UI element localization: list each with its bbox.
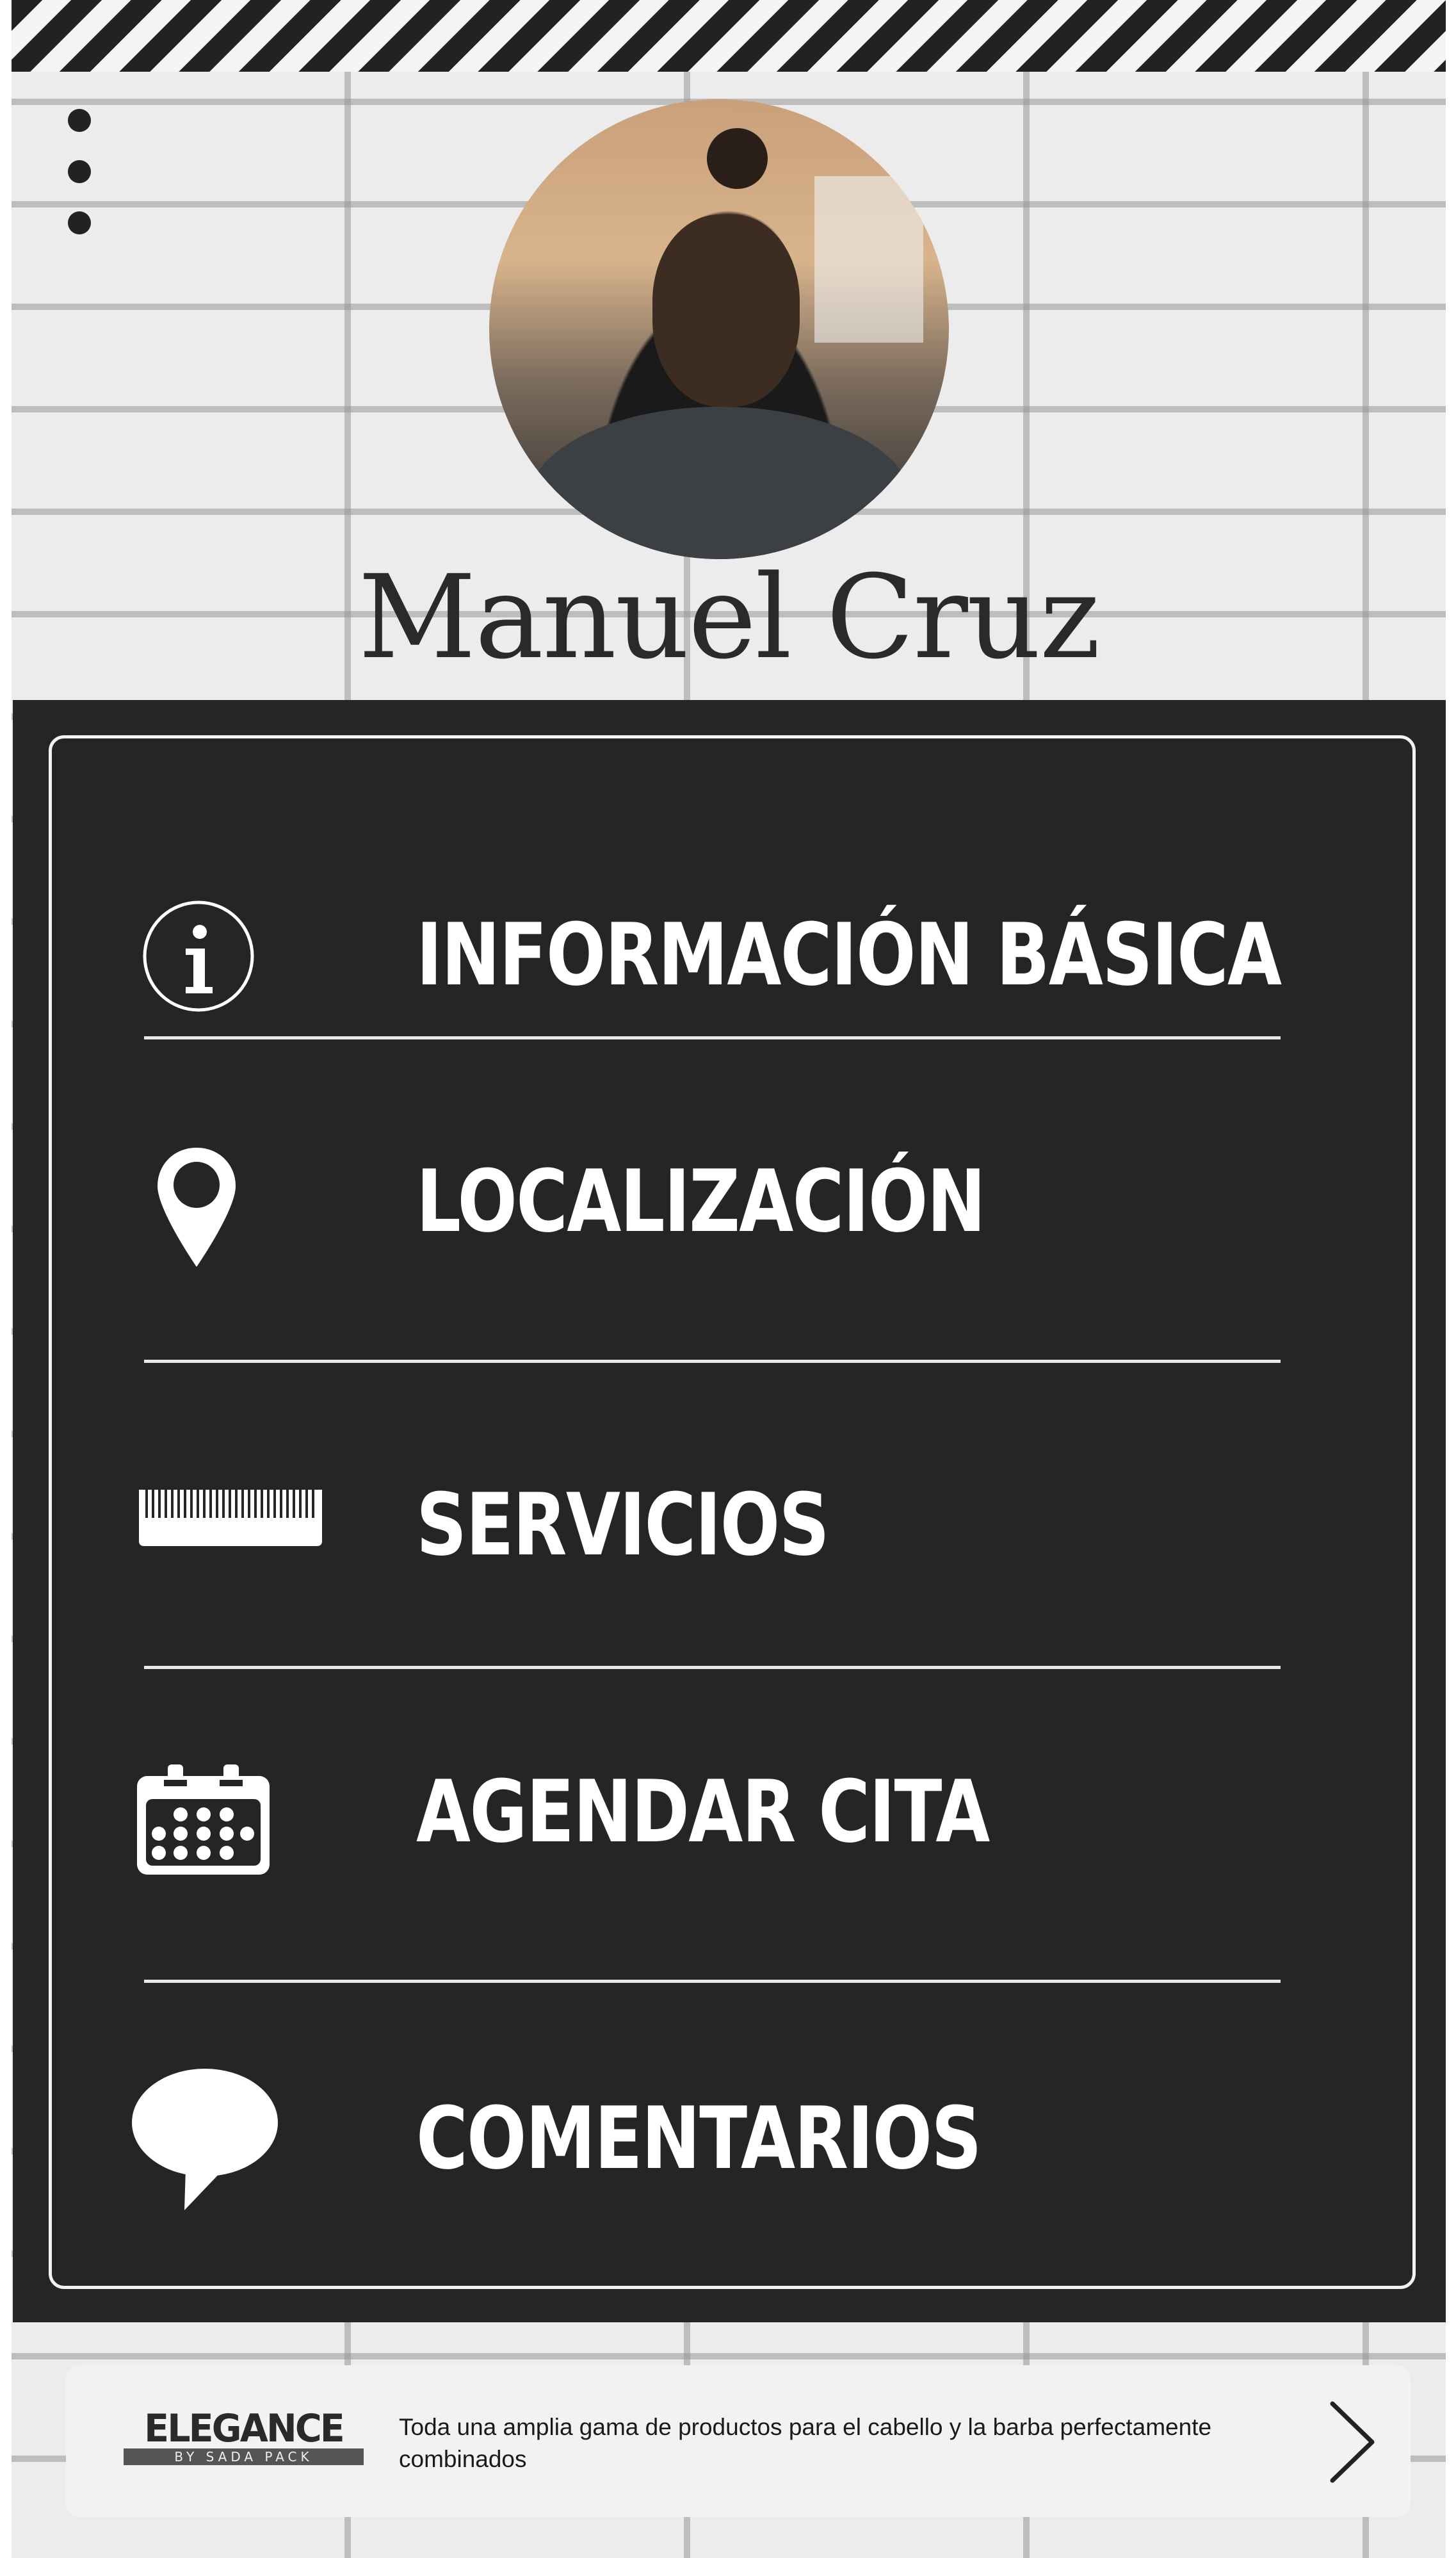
location-pin-icon xyxy=(158,1148,236,1267)
divider xyxy=(144,1036,1281,1039)
menu-item-comentarios[interactable]: COMENTARIOS xyxy=(13,1992,1446,2274)
comb-icon xyxy=(139,1490,322,1546)
chevron-right-icon[interactable] xyxy=(1321,2397,1385,2487)
divider xyxy=(144,1980,1281,1983)
kebab-dot-icon xyxy=(68,160,91,183)
app-screen: Manuel Cruz INFORMACIÓN BÁSICA LOCALIZAC… xyxy=(12,0,1446,2558)
profile-photo xyxy=(489,99,949,559)
menu-item-servicios[interactable]: SERVICIOS xyxy=(13,1373,1446,1667)
menu-item-label: INFORMACIÓN BÁSICA xyxy=(416,905,1282,1005)
menu-item-label: LOCALIZACIÓN xyxy=(416,1152,986,1251)
kebab-dot-icon xyxy=(68,109,91,132)
speech-bubble-icon xyxy=(132,2069,278,2210)
profile-name: Manuel Cruz xyxy=(358,551,1100,685)
calendar-icon xyxy=(137,1764,270,1875)
menu-item-label: SERVICIOS xyxy=(416,1475,830,1575)
elegance-logo: ELEGANCE BY SADA PACK xyxy=(124,2406,364,2468)
kebab-dot-icon xyxy=(68,211,91,234)
ad-banner[interactable]: ELEGANCE BY SADA PACK Toda una amplia ga… xyxy=(66,2365,1411,2517)
menu-item-label: COMENTARIOS xyxy=(416,2089,982,2188)
striped-header-bar xyxy=(12,0,1446,72)
logo-subtitle: BY SADA PACK xyxy=(124,2448,364,2465)
divider xyxy=(144,1666,1281,1669)
divider xyxy=(144,1360,1281,1363)
menu-item-agendar-cita[interactable]: AGENDAR CITA xyxy=(13,1679,1446,1992)
info-icon xyxy=(143,900,254,1012)
menu-panel: INFORMACIÓN BÁSICA LOCALIZACIÓN SERVICIO… xyxy=(13,700,1446,2322)
ad-banner-text: Toda una amplia gama de productos para e… xyxy=(399,2414,1212,2472)
menu-item-label: AGENDAR CITA xyxy=(416,1762,990,1862)
more-options-button[interactable] xyxy=(56,109,95,243)
logo-wordmark: ELEGANCE xyxy=(144,2406,345,2451)
menu-item-localizacion[interactable]: LOCALIZACIÓN xyxy=(13,1049,1446,1356)
